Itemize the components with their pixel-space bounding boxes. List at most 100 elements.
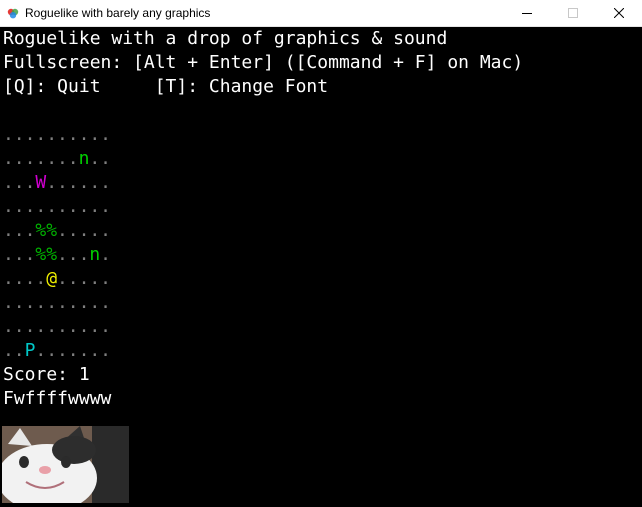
floor-tile: . — [56, 244, 68, 265]
floor-tile: . — [56, 172, 68, 193]
sound-text: Fwffffwwww — [3, 388, 112, 409]
floor-tile: . — [78, 220, 90, 241]
maximize-icon — [568, 8, 578, 18]
floor-tile: . — [89, 196, 101, 217]
floor-tile: . — [13, 148, 25, 169]
map-row: ....@..... — [3, 267, 111, 291]
floor-tile: . — [56, 124, 68, 145]
map-row: .......... — [3, 291, 111, 315]
floor-tile: . — [35, 196, 47, 217]
floor-tile: . — [35, 268, 47, 289]
floor-tile: . — [78, 196, 90, 217]
floor-tile: . — [3, 340, 14, 361]
floor-tile: . — [89, 268, 101, 289]
floor-tile: . — [3, 244, 14, 265]
game-screen[interactable]: Roguelike with a drop of graphics & soun… — [0, 27, 642, 507]
floor-tile: . — [3, 172, 14, 193]
floor-tile: . — [46, 148, 58, 169]
floor-tile: . — [78, 244, 90, 265]
floor-tile: . — [3, 124, 14, 145]
floor-tile: . — [100, 196, 112, 217]
floor-tile: . — [78, 292, 90, 313]
floor-tile: . — [100, 268, 112, 289]
map-row: .......... — [3, 123, 111, 147]
floor-tile: . — [24, 292, 36, 313]
floor-tile: . — [67, 340, 79, 361]
floor-tile: . — [89, 148, 101, 169]
enemy-w: W — [35, 172, 47, 193]
wall-tile: % — [35, 220, 47, 241]
floor-tile: . — [46, 316, 58, 337]
floor-tile: . — [24, 148, 36, 169]
floor-tile: . — [78, 316, 90, 337]
floor-tile: . — [35, 148, 47, 169]
floor-tile: . — [100, 244, 112, 265]
floor-tile: . — [35, 340, 47, 361]
floor-tile: . — [67, 172, 79, 193]
floor-tile: . — [24, 316, 36, 337]
floor-tile: . — [56, 268, 68, 289]
floor-tile: . — [13, 268, 25, 289]
enemy-n: n — [89, 244, 101, 265]
floor-tile: . — [78, 340, 90, 361]
floor-tile: . — [89, 124, 101, 145]
floor-tile: . — [78, 268, 90, 289]
minimize-icon — [522, 13, 532, 14]
floor-tile: . — [24, 244, 36, 265]
game-title: Roguelike with a drop of graphics & soun… — [3, 28, 448, 49]
floor-tile: . — [13, 244, 25, 265]
floor-tile: . — [3, 196, 14, 217]
floor-tile: . — [78, 172, 90, 193]
title-bar[interactable]: Roguelike with barely any graphics — [0, 0, 642, 27]
map-row: ...%%...n. — [3, 243, 111, 267]
floor-tile: . — [13, 124, 25, 145]
controls-hint: [Q]: Quit [T]: Change Font — [3, 76, 329, 97]
floor-tile: . — [100, 220, 112, 241]
potion-item: P — [24, 340, 36, 361]
floor-tile: . — [35, 316, 47, 337]
map-row: .......... — [3, 195, 111, 219]
floor-tile: . — [89, 172, 101, 193]
floor-tile: . — [78, 124, 90, 145]
floor-tile: . — [35, 124, 47, 145]
floor-tile: . — [24, 220, 36, 241]
score-label: Score: 1 — [3, 364, 90, 385]
map-row: .......... — [3, 315, 111, 339]
floor-tile: . — [67, 268, 79, 289]
floor-tile: . — [100, 292, 112, 313]
minimize-button[interactable] — [504, 0, 550, 26]
floor-tile: . — [13, 340, 25, 361]
floor-tile: . — [67, 244, 79, 265]
floor-tile: . — [46, 292, 58, 313]
floor-tile: . — [3, 220, 14, 241]
floor-tile: . — [89, 340, 101, 361]
floor-tile: . — [56, 220, 68, 241]
app-icon — [7, 8, 19, 19]
floor-tile: . — [100, 316, 112, 337]
floor-tile: . — [3, 268, 14, 289]
floor-tile: . — [67, 196, 79, 217]
floor-tile: . — [3, 316, 14, 337]
floor-tile: . — [100, 340, 112, 361]
floor-tile: . — [100, 124, 112, 145]
close-icon — [614, 8, 624, 18]
floor-tile: . — [13, 172, 25, 193]
cat-photo — [2, 426, 129, 503]
floor-tile: . — [24, 172, 36, 193]
floor-tile: . — [89, 316, 101, 337]
wall-tile: % — [35, 244, 47, 265]
window-title: Roguelike with barely any graphics — [25, 6, 211, 20]
floor-tile: . — [3, 292, 14, 313]
map-row: .......n.. — [3, 147, 111, 171]
wall-tile: % — [46, 244, 58, 265]
floor-tile: . — [67, 292, 79, 313]
map-grid: .......... .......n.. ...W................… — [3, 123, 111, 363]
floor-tile: . — [89, 292, 101, 313]
fullscreen-hint: Fullscreen: [Alt + Enter] ([Command + F]… — [3, 52, 524, 73]
floor-tile: . — [46, 196, 58, 217]
maximize-button[interactable] — [550, 0, 596, 26]
floor-tile: . — [67, 220, 79, 241]
close-button[interactable] — [596, 0, 642, 26]
floor-tile: . — [13, 196, 25, 217]
floor-tile: . — [24, 124, 36, 145]
